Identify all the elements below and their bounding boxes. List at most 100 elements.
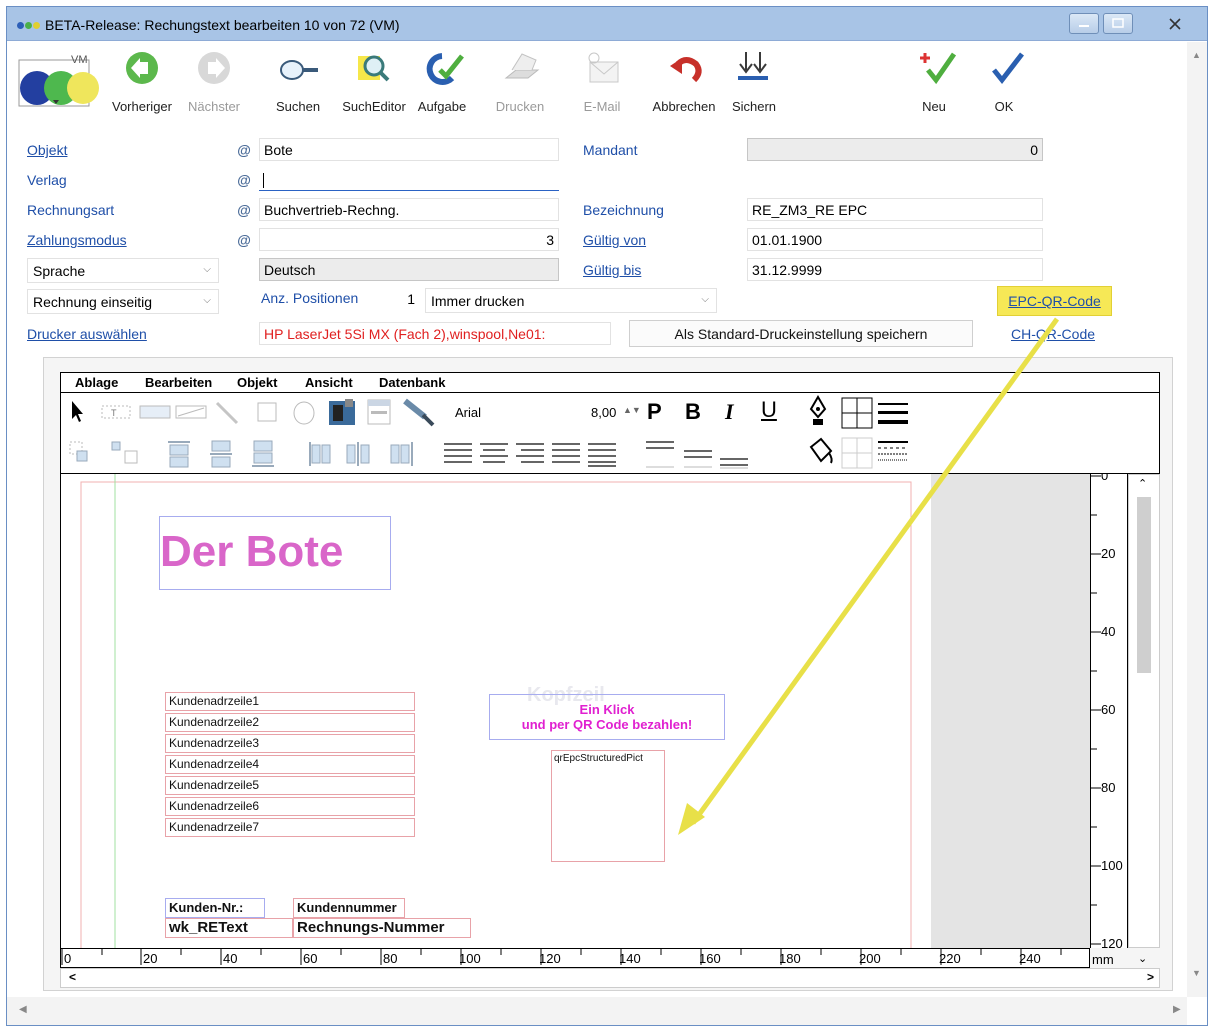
align-left-top-icon[interactable] — [69, 441, 89, 465]
menu-objekt[interactable]: Objekt — [237, 375, 277, 390]
scroll-down-icon[interactable]: ⌄ — [1138, 952, 1147, 965]
line-tool-icon[interactable] — [215, 401, 239, 425]
qr-promo-text[interactable]: Ein Klick und per QR Code bezahlen! — [489, 694, 725, 740]
rectangle-tool-icon[interactable] — [257, 402, 277, 422]
line-weight-icon[interactable] — [877, 401, 909, 425]
drucker-auswaehlen-link[interactable]: Drucker auswählen — [27, 326, 147, 342]
text-justify-icon[interactable] — [551, 441, 581, 467]
text-align-right-icon[interactable] — [515, 441, 545, 467]
fill-bucket-icon[interactable] — [805, 435, 835, 469]
border-all-icon[interactable] — [841, 397, 873, 429]
qr-code-field[interactable]: qrEpcStructuredPict — [551, 750, 665, 862]
valign-top-icon[interactable] — [645, 439, 675, 469]
style-plain-button[interactable]: P — [647, 399, 662, 425]
save-button[interactable]: Sichern — [719, 46, 789, 120]
search-button[interactable]: Suchen — [263, 46, 333, 120]
kundenadrzeile-2[interactable]: Kundenadrzeile2 — [165, 713, 415, 732]
paint-brush-icon[interactable] — [401, 397, 437, 427]
ch-qr-code-link[interactable]: CH-QR-Code — [1011, 326, 1095, 342]
objekt-at-icon[interactable]: @ — [237, 142, 251, 158]
rechnung-select[interactable]: Rechnung einseitig ⌵ — [27, 289, 219, 314]
rechnungsart-field[interactable]: Buchvertrieb-Rechng. — [259, 198, 559, 221]
next-button[interactable]: Nächster — [179, 46, 249, 120]
designer-vertical-scrollbar[interactable]: ⌃ — [1128, 474, 1160, 948]
align-center-edge-icon[interactable] — [345, 441, 373, 467]
prev-button[interactable]: Vorheriger — [107, 46, 177, 120]
bezeichnung-field[interactable]: RE_ZM3_RE EPC — [747, 198, 1043, 221]
text-justify-full-icon[interactable] — [587, 441, 617, 467]
scroll-right-icon[interactable]: > — [1147, 970, 1154, 984]
sprache-select[interactable]: Sprache ⌵ — [27, 258, 219, 283]
scroll-right-icon[interactable]: ▶ — [1173, 1004, 1181, 1015]
pointer-icon[interactable] — [69, 399, 85, 423]
picture-tool-icon[interactable] — [327, 397, 357, 427]
font-size-stepper-icon[interactable]: ▲▼ — [623, 405, 641, 415]
kundenadrzeile-1[interactable]: Kundenadrzeile1 — [165, 692, 415, 711]
maximize-button[interactable] — [1103, 13, 1133, 34]
scroll-left-icon[interactable]: < — [69, 970, 76, 984]
title-field[interactable]: Der Bote — [159, 516, 391, 590]
task-button[interactable]: Aufgabe — [407, 46, 477, 120]
align-bottom-icon[interactable] — [251, 439, 275, 469]
style-underline-button[interactable]: U — [761, 397, 777, 423]
objekt-field[interactable]: Bote — [259, 138, 559, 161]
standard-print-settings-button[interactable]: Als Standard-Druckeinstellung speichern — [629, 320, 973, 347]
anz-positionen-field[interactable]: 1 — [383, 288, 419, 311]
scroll-up-icon[interactable]: ▲ — [1192, 50, 1201, 60]
align-middle-icon[interactable] — [209, 439, 233, 469]
close-icon[interactable] — [1167, 16, 1183, 32]
kunden-nr-label[interactable]: Kunden-Nr.: — [165, 898, 265, 918]
kundenadrzeile-5[interactable]: Kundenadrzeile5 — [165, 776, 415, 795]
text-tool-icon[interactable]: T — [101, 405, 131, 419]
field-tool-icon[interactable] — [139, 405, 171, 419]
kundenadrzeile-6[interactable]: Kundenadrzeile6 — [165, 797, 415, 816]
input-tool-icon[interactable] — [175, 405, 207, 419]
rechnungsart-at-icon[interactable]: @ — [237, 202, 251, 218]
zahlungsmodus-field[interactable]: 3 — [259, 228, 559, 251]
font-name[interactable]: Arial — [455, 405, 481, 420]
list-tool-icon[interactable] — [367, 399, 391, 425]
kundenadrzeile-7[interactable]: Kundenadrzeile7 — [165, 818, 415, 837]
epc-qr-code-link[interactable]: EPC-QR-Code — [997, 286, 1112, 316]
window-vertical-scrollbar[interactable]: ▲ ▼ — [1187, 42, 1207, 997]
scroll-left-icon[interactable]: ◀ — [19, 1004, 27, 1015]
pen-icon[interactable] — [807, 395, 829, 427]
verlag-field[interactable] — [259, 168, 559, 191]
menu-ablage[interactable]: Ablage — [75, 375, 118, 390]
gueltig-von-label[interactable]: Gültig von — [583, 232, 646, 248]
zahlungsmodus-label[interactable]: Zahlungsmodus — [27, 232, 127, 248]
kundennummer-field[interactable]: Kundennummer — [293, 898, 405, 918]
print-button[interactable]: Drucken — [485, 46, 555, 120]
rechnungs-nummer-field[interactable]: Rechnungs-Nummer — [293, 918, 471, 938]
valign-middle-icon[interactable] — [683, 439, 713, 469]
style-bold-button[interactable]: B — [685, 399, 701, 425]
style-italic-button[interactable]: I — [725, 399, 734, 425]
align-top-icon[interactable] — [167, 439, 191, 469]
scroll-up-icon[interactable]: ⌃ — [1138, 477, 1147, 490]
menu-datenbank[interactable]: Datenbank — [379, 375, 445, 390]
gueltig-bis-label[interactable]: Gültig bis — [583, 262, 641, 278]
text-align-left-icon[interactable] — [443, 441, 473, 467]
ok-button[interactable]: OK — [969, 46, 1039, 120]
font-size-field[interactable]: 8,00 — [591, 405, 616, 420]
align-right-edge-icon[interactable] — [389, 441, 417, 467]
objekt-label[interactable]: Objekt — [27, 142, 67, 158]
border-none-icon[interactable] — [841, 437, 873, 469]
email-button[interactable]: E-Mail — [567, 46, 637, 120]
scroll-down-icon[interactable]: ▼ — [1192, 968, 1201, 978]
valign-bottom-icon[interactable] — [719, 439, 749, 469]
window-horizontal-scrollbar[interactable]: ◀ ▶ — [7, 997, 1187, 1025]
menu-ansicht[interactable]: Ansicht — [305, 375, 353, 390]
align-left-edge-icon[interactable] — [307, 441, 331, 467]
gueltig-von-field[interactable]: 01.01.1900 — [747, 228, 1043, 251]
align-grid-icon[interactable] — [111, 441, 141, 465]
kundenadrzeile-3[interactable]: Kundenadrzeile3 — [165, 734, 415, 753]
text-align-center-icon[interactable] — [479, 441, 509, 467]
kundenadrzeile-4[interactable]: Kundenadrzeile4 — [165, 755, 415, 774]
scroll-thumb[interactable] — [1137, 497, 1151, 673]
menu-bearbeiten[interactable]: Bearbeiten — [145, 375, 212, 390]
line-style-icon[interactable] — [877, 439, 909, 467]
zahlungsmodus-at-icon[interactable]: @ — [237, 232, 251, 248]
new-button[interactable]: Neu — [899, 46, 969, 120]
searcheditor-button[interactable]: SuchEditor — [339, 46, 409, 120]
